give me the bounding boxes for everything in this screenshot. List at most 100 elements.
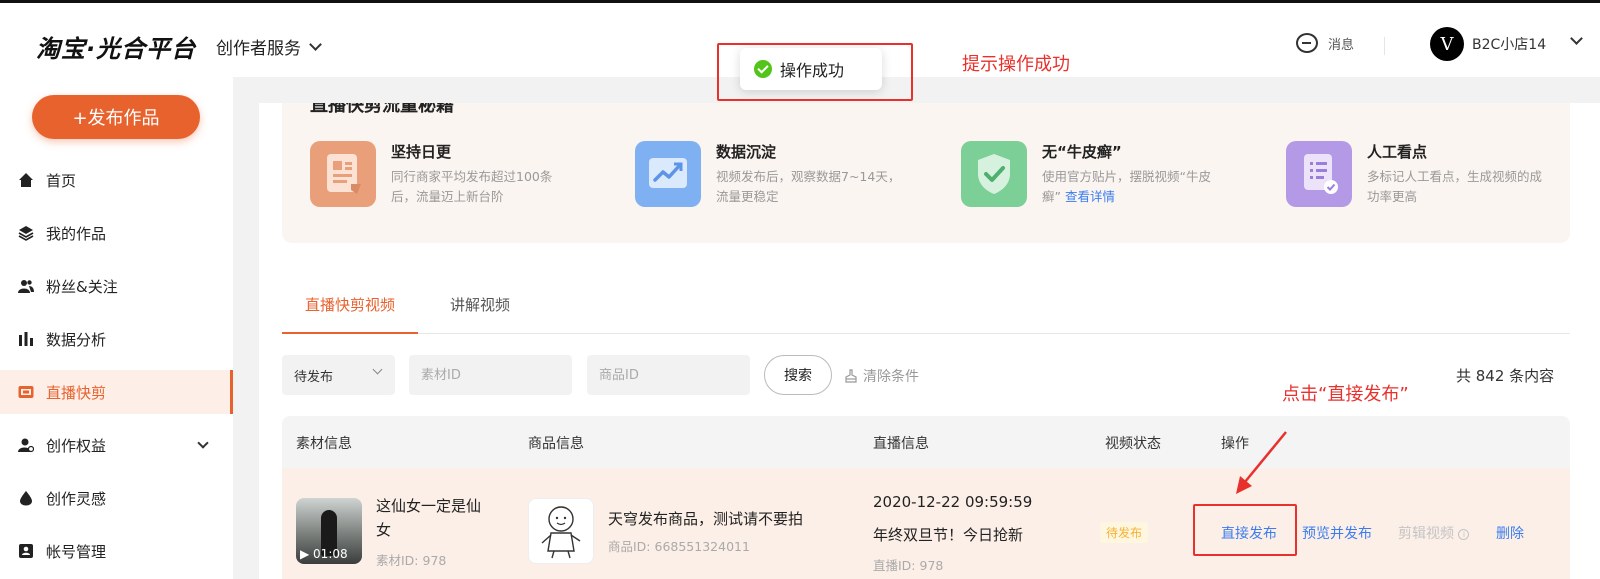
drop-icon <box>18 490 34 506</box>
user-menu[interactable]: V B2C小店14 <box>1430 27 1546 61</box>
toast-annotation-text: 提示操作成功 <box>962 54 1070 75</box>
tip-desc: 多标记人工看点，生成视频的成功率更高 <box>1367 169 1543 204</box>
product-id-input[interactable] <box>587 355 750 395</box>
user-name: B2C小店14 <box>1472 37 1547 53</box>
tip-card: 人工看点 多标记人工看点，生成视频的成功率更高 <box>1286 141 1570 211</box>
product-title: 天穹发布商品，测试请不要拍 <box>608 510 804 528</box>
tip-title: 人工看点 <box>1367 143 1428 161</box>
user-badge-icon <box>18 437 34 453</box>
column-header: 素材信息 <box>296 436 352 452</box>
tab-live-clip-videos[interactable]: 直播快剪视频 <box>282 292 418 334</box>
publish-work-button[interactable]: +发布作品 <box>32 95 200 139</box>
sidebar-item-label: 帐号管理 <box>46 542 107 561</box>
tip-desc: 使用官方贴片，摆脱视频“牛皮癣” 查看详情 <box>1042 167 1228 207</box>
tip-desc: 视频发布后，观察数据7~14天，流量更稳定 <box>716 169 901 204</box>
live-id: 直播ID: 978 <box>873 558 944 573</box>
sidebar-item-label: 直播快剪 <box>46 383 107 402</box>
sidebar-item-fans[interactable]: 粉丝&关注 <box>0 264 233 308</box>
table-header: 素材信息 商品信息 直播信息 视频状态 操作 <box>282 416 1570 468</box>
tips-panel: 直播快剪流量秘籍 坚持日更 同行商家平均发布超过100条后，流量迈上新台阶 数据… <box>282 103 1570 243</box>
product-image <box>528 498 594 564</box>
column-header: 视频状态 <box>1105 436 1161 452</box>
header-divider <box>1384 37 1385 55</box>
tip-title: 无“牛皮癣” <box>1042 143 1122 161</box>
tip-title: 数据沉淀 <box>716 143 777 161</box>
sidebar: +发布作品 首页 我的作品 粉丝&关注 数据分析 直播快剪 创作权益 创作灵感 … <box>0 77 233 579</box>
messages-button[interactable]: 消息 <box>1296 33 1354 53</box>
clear-filters-label: 清除条件 <box>863 369 919 385</box>
video-icon <box>18 384 34 400</box>
result-count: 共 842 条内容 <box>1456 367 1555 385</box>
bar-chart-icon <box>18 331 34 347</box>
tip-card: 数据沉淀 视频发布后，观察数据7~14天，流量更稳定 <box>635 141 925 211</box>
creator-services-menu[interactable]: 创作者服务 <box>216 34 322 59</box>
material-id-input[interactable] <box>409 355 572 395</box>
sidebar-item-account[interactable]: 帐号管理 <box>0 529 233 573</box>
annotation-arrow-icon <box>1236 431 1287 494</box>
video-thumbnail[interactable]: ▶ 01:08 <box>296 498 362 564</box>
view-details-link[interactable]: 查看详情 <box>1065 189 1115 204</box>
toast-annotation-box <box>717 43 913 101</box>
broom-icon <box>845 369 857 383</box>
tips-title: 直播快剪流量秘籍 <box>310 103 454 116</box>
edit-video-label: 剪辑视频 <box>1398 526 1454 542</box>
creator-services-label: 创作者服务 <box>216 39 301 59</box>
sidebar-item-label: 创作权益 <box>46 436 107 455</box>
edit-video-button: 剪辑视频 i <box>1398 523 1470 543</box>
document-icon <box>310 141 376 207</box>
search-button[interactable]: 搜索 <box>764 355 832 395</box>
layers-icon <box>18 225 34 241</box>
status-badge: 待发布 <box>1100 522 1149 543</box>
sidebar-item-home[interactable]: 首页 <box>0 158 233 202</box>
tip-title: 坚持日更 <box>391 143 452 161</box>
shield-check-icon <box>961 141 1027 207</box>
preview-and-publish-button[interactable]: 预览并发布 <box>1302 523 1372 543</box>
status-select[interactable]: 待发布 <box>282 355 395 395</box>
tip-card: 坚持日更 同行商家平均发布超过100条后，流量迈上新台阶 <box>310 141 600 211</box>
material-title: 这仙女一定是仙女 <box>376 497 482 539</box>
product-id: 商品ID: 668551324011 <box>608 539 750 554</box>
chevron-down-icon <box>197 437 209 449</box>
tip-desc: 同行商家平均发布超过100条后，流量迈上新台阶 <box>391 169 553 204</box>
live-time: 2020-12-22 09:59:59 <box>873 493 1033 511</box>
chevron-down-icon <box>309 37 322 51</box>
video-tabs: 直播快剪视频 讲解视频 <box>282 292 1570 334</box>
clear-filters-button[interactable]: 清除条件 <box>844 366 919 386</box>
users-icon <box>18 278 34 294</box>
sidebar-item-label: 粉丝&关注 <box>46 277 118 296</box>
video-duration: ▶ 01:08 <box>300 547 348 561</box>
line-chart-icon <box>635 141 701 207</box>
publish-annotation-box <box>1193 504 1297 556</box>
logo[interactable]: 淘宝·光合平台 <box>36 29 196 64</box>
status-select-value: 待发布 <box>294 369 334 385</box>
sidebar-item-my-works[interactable]: 我的作品 <box>0 211 233 255</box>
column-header: 直播信息 <box>873 436 929 452</box>
messages-label: 消息 <box>1328 37 1355 53</box>
sidebar-item-label: 创作灵感 <box>46 489 107 508</box>
column-header: 商品信息 <box>528 436 584 452</box>
material-id: 素材ID: 978 <box>376 553 447 568</box>
sidebar-item-creator-rights[interactable]: 创作权益 <box>0 423 233 467</box>
checklist-icon <box>1286 141 1352 207</box>
sidebar-item-label: 我的作品 <box>46 224 107 243</box>
home-icon <box>18 172 34 188</box>
table-row: ▶ 01:08 这仙女一定是仙女 素材ID: 978 天穹发布商品，测试请不要拍… <box>282 468 1570 579</box>
tip-card: 无“牛皮癣” 使用官方贴片，摆脱视频“牛皮癣” 查看详情 <box>961 141 1251 211</box>
cartoon-figure-icon <box>541 506 581 559</box>
avatar: V <box>1430 27 1464 61</box>
sidebar-item-live-clip[interactable]: 直播快剪 <box>0 370 233 414</box>
user-chevron-down-icon[interactable] <box>1570 32 1583 45</box>
sidebar-item-label: 数据分析 <box>46 330 107 349</box>
live-title: 年终双旦节！今日抢新 <box>873 526 1024 544</box>
sidebar-item-analytics[interactable]: 数据分析 <box>0 317 233 361</box>
tab-explain-videos[interactable]: 讲解视频 <box>422 292 538 334</box>
sidebar-item-inspiration[interactable]: 创作灵感 <box>0 476 233 520</box>
info-icon: i <box>1458 528 1470 540</box>
click-annotation-text: 点击“直接发布” <box>1282 384 1409 405</box>
delete-button[interactable]: 删除 <box>1496 523 1524 543</box>
sidebar-item-label: 首页 <box>46 171 77 190</box>
video-duration-value: 01:08 <box>313 547 348 561</box>
chevron-down-icon <box>372 364 383 375</box>
message-icon <box>1296 33 1318 53</box>
id-card-icon <box>18 543 34 559</box>
